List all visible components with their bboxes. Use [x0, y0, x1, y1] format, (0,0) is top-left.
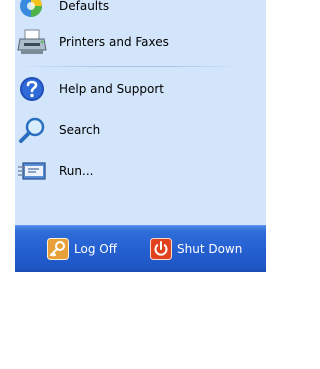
menu-item-defaults[interactable]: Defaults [15, 0, 266, 21]
menu-separator [19, 66, 239, 67]
shut-down-button[interactable]: Shut Down [150, 235, 242, 263]
menu-item-help-and-support[interactable]: Help and Support [15, 74, 266, 104]
menu-item-search[interactable]: Search [15, 115, 266, 145]
menu-item-printers-and-faxes[interactable]: Printers and Faxes [15, 27, 266, 57]
log-off-button[interactable]: Log Off [47, 235, 117, 263]
log-off-label: Log Off [74, 242, 117, 256]
shut-down-label: Shut Down [177, 242, 243, 256]
menu-item-label: Defaults [59, 0, 110, 13]
menu-item-label: Printers and Faxes [59, 35, 169, 49]
menu-item-label: Help and Support [59, 82, 164, 96]
default-programs-icon [17, 0, 49, 20]
start-menu-footer: Log Off Shut Down [15, 225, 266, 272]
help-icon [17, 75, 49, 103]
printer-icon [17, 28, 49, 56]
search-icon [17, 116, 49, 144]
run-icon [17, 157, 49, 185]
power-icon [150, 238, 172, 260]
menu-item-label: Run... [59, 164, 94, 178]
key-icon [47, 238, 69, 260]
menu-item-run[interactable]: Run... [15, 156, 266, 186]
menu-item-label: Search [59, 123, 101, 137]
